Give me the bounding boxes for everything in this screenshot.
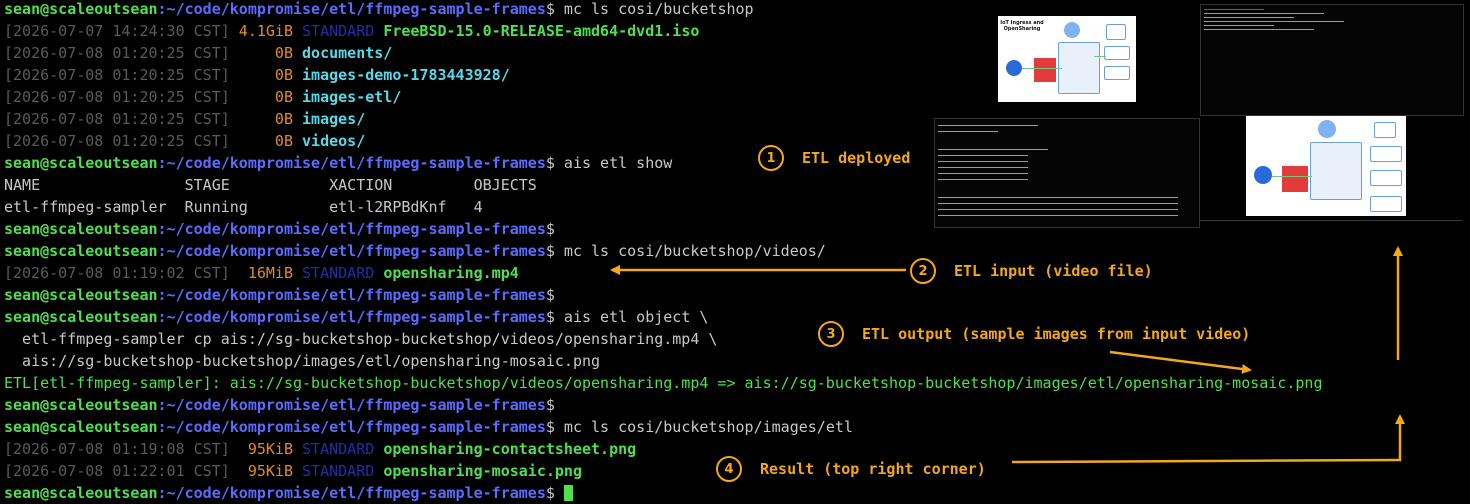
annotation-arrows [610, 246, 1405, 464]
arrow-result [1011, 414, 1405, 464]
prompt-path: :~/code/kompromise/etl/ffmpeg-sample-fra… [157, 484, 546, 502]
cursor [563, 485, 573, 501]
arrow-to-output [1109, 350, 1252, 374]
prompt-symbol: $ [545, 484, 555, 502]
prompt-user: sean@scaleoutsean [4, 484, 158, 502]
terminal-line: sean@scaleoutsean:~/code/kompromise/etl/… [4, 482, 1323, 504]
